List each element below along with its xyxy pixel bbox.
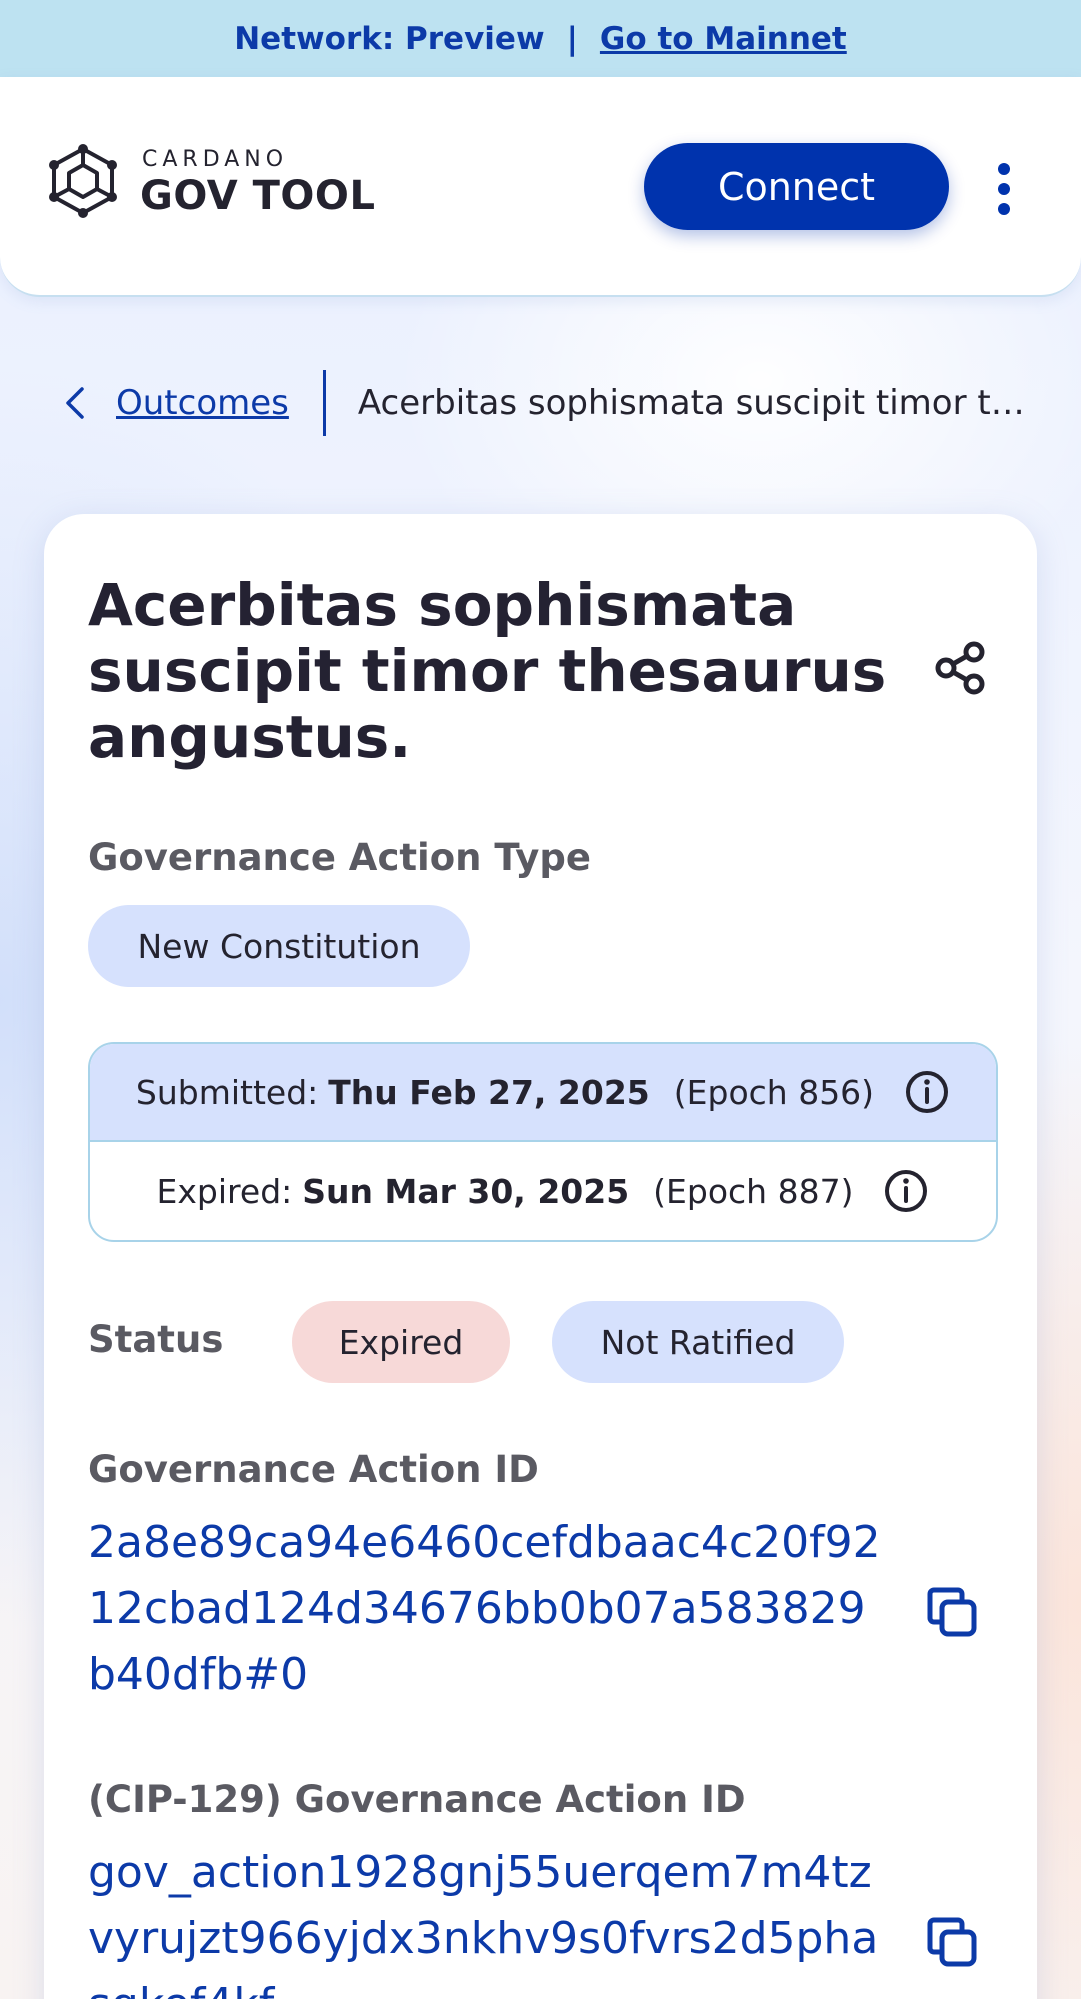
go-to-mainnet-link[interactable]: Go to Mainnet bbox=[600, 21, 847, 57]
expired-date: Sun Mar 30, 2025 bbox=[302, 1171, 630, 1211]
dates-box: Submitted: Thu Feb 27, 2025 (Epoch 856) … bbox=[88, 1042, 998, 1242]
submitted-date: Thu Feb 27, 2025 bbox=[328, 1072, 650, 1112]
action-type-label: Governance Action Type bbox=[88, 836, 591, 879]
action-type-chip: New Constitution bbox=[88, 905, 470, 987]
banner-separator: | bbox=[566, 20, 578, 57]
cip129-value: gov_action1928gnj55uerqem7m4tzvyrujzt966… bbox=[88, 1847, 879, 1999]
submitted-row: Submitted: Thu Feb 27, 2025 (Epoch 856) bbox=[90, 1044, 996, 1142]
expired-epoch: (Epoch 887) bbox=[653, 1171, 854, 1211]
govtool-logo[interactable]: CARDANO GOV TOOL bbox=[42, 143, 402, 223]
governance-action-card: Acerbitas sophismata suscipit timor thes… bbox=[44, 514, 1037, 1999]
logo-small-text: CARDANO bbox=[142, 147, 289, 172]
copy-icon[interactable] bbox=[924, 1914, 980, 1970]
copy-icon[interactable] bbox=[924, 1584, 980, 1640]
kebab-menu-icon[interactable] bbox=[986, 159, 1022, 219]
submitted-label: Submitted: bbox=[135, 1072, 319, 1112]
action-id-value: 2a8e89ca94e6460cefdbaac4c20f9212cbad124d… bbox=[88, 1517, 881, 1700]
info-icon[interactable] bbox=[883, 1168, 929, 1214]
network-label: Network: Preview bbox=[234, 20, 545, 57]
connect-button[interactable]: Connect bbox=[644, 143, 949, 230]
cardano-hex-logo-icon bbox=[49, 144, 117, 218]
info-icon[interactable] bbox=[904, 1069, 950, 1115]
cip129-label: (CIP-129) Governance Action ID bbox=[88, 1778, 746, 1821]
top-header: CARDANO GOV TOOL Connect bbox=[0, 77, 1081, 297]
network-banner: Network: Preview | Go to Mainnet bbox=[0, 0, 1081, 77]
action-title: Acerbitas sophismata suscipit timor thes… bbox=[88, 571, 887, 771]
status-label: Status bbox=[88, 1318, 224, 1361]
breadcrumb-divider bbox=[322, 370, 326, 436]
menu-dot bbox=[998, 203, 1010, 215]
expired-label: Expired: bbox=[156, 1171, 293, 1211]
chevron-left-icon[interactable] bbox=[56, 385, 92, 421]
breadcrumb: Outcomes Acerbitas sophismata suscipit t… bbox=[56, 370, 1046, 436]
action-id-label: Governance Action ID bbox=[88, 1448, 539, 1491]
status-badge: Expired bbox=[292, 1301, 510, 1383]
logo-big-text: GOV TOOL bbox=[140, 173, 376, 219]
expired-row: Expired: Sun Mar 30, 2025 (Epoch 887) bbox=[90, 1142, 996, 1240]
share-icon[interactable] bbox=[930, 638, 990, 698]
menu-dot bbox=[998, 163, 1010, 175]
breadcrumb-current: Acerbitas sophismata suscipit timor thes… bbox=[357, 383, 1038, 423]
submitted-epoch: (Epoch 856) bbox=[673, 1072, 875, 1112]
menu-dot bbox=[998, 183, 1010, 195]
status-badge: Not Ratified bbox=[552, 1301, 844, 1383]
breadcrumb-outcomes-link[interactable]: Outcomes bbox=[116, 383, 289, 423]
